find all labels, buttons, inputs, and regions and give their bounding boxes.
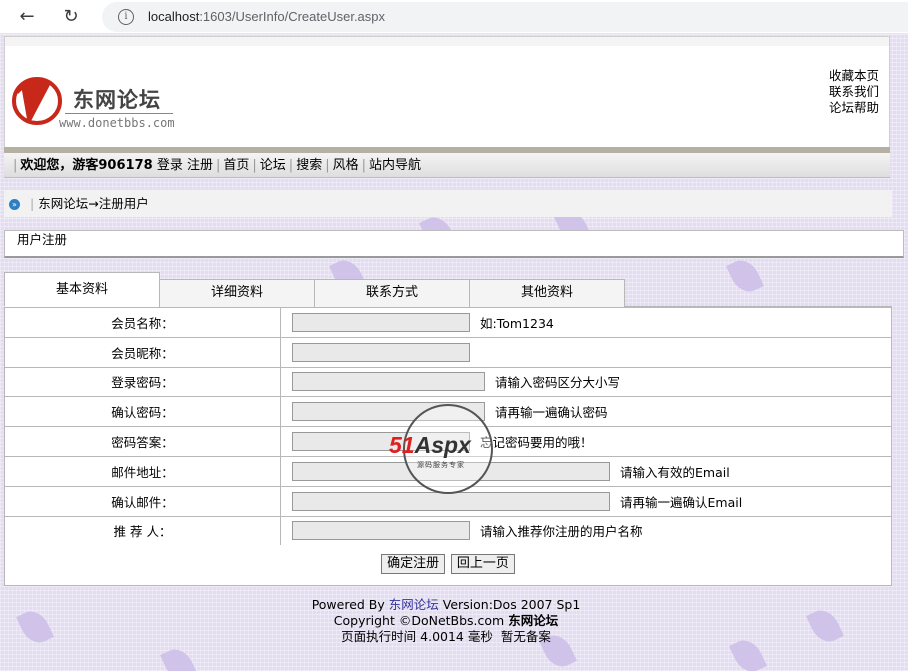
referrer-input[interactable] bbox=[292, 521, 470, 541]
form-field-cell: 请输入密码区分大小写 bbox=[280, 366, 892, 398]
menu-login[interactable]: 登录 bbox=[157, 158, 183, 173]
watermark-subtitle: 源码服务专家 bbox=[417, 461, 465, 469]
page-content: 东网论坛 www.donetbbs.com 收藏本页 联系我们 论坛帮助 | 欢迎… bbox=[0, 34, 908, 671]
breadcrumb-separator: | bbox=[30, 196, 35, 211]
header-links: 收藏本页 联系我们 论坛帮助 bbox=[829, 68, 879, 116]
footer-exec: 页面执行时间 4.0014 毫秒 暂无备案 bbox=[0, 629, 892, 645]
logo-title: 东网论坛 bbox=[73, 88, 161, 112]
menu-separator: | bbox=[288, 158, 294, 173]
form-row: 登录密码： 请输入密码区分大小写 bbox=[4, 366, 892, 398]
menu-home[interactable]: 首页 bbox=[223, 158, 249, 173]
form-row: 会员昵称： bbox=[4, 336, 892, 368]
form-field-cell: 请输入推荐你注册的用户名称 bbox=[280, 515, 892, 547]
form-field-cell bbox=[280, 336, 892, 368]
menu-separator: | bbox=[215, 158, 221, 173]
logo-icon bbox=[12, 77, 62, 125]
exec-time: 页面执行时间 4.0014 毫秒 bbox=[341, 629, 493, 644]
copyright-text: Copyright ©DoNetBbs.com bbox=[333, 613, 509, 628]
confirm-password-label: 确认密码： bbox=[4, 396, 281, 428]
watermark-num: 51 bbox=[389, 432, 415, 458]
powered-brand-link[interactable]: 东网论坛 bbox=[389, 597, 439, 612]
form-buttons: 确定注册 回上一页 bbox=[4, 545, 892, 586]
tab-contact[interactable]: 联系方式 bbox=[314, 279, 470, 307]
tab-basic-info[interactable]: 基本资料 bbox=[4, 272, 160, 307]
username-hint: 如:Tom1234 bbox=[480, 315, 554, 331]
site-header: 东网论坛 www.donetbbs.com 收藏本页 联系我们 论坛帮助 bbox=[4, 46, 890, 147]
form-field-cell: 请再输一遍确认密码 bbox=[280, 396, 892, 428]
tab-details[interactable]: 详细资料 bbox=[159, 279, 315, 307]
password-answer-hint: 忘记密码要用的哦！ bbox=[480, 435, 593, 451]
form-field-cell: 忘记密码要用的哦！ bbox=[280, 426, 892, 457]
username-label: 会员名称： bbox=[4, 307, 281, 338]
form-row: 会员名称： 如:Tom1234 bbox=[4, 307, 892, 338]
submit-register-button[interactable]: 确定注册 bbox=[381, 554, 446, 574]
address-bar[interactable]: i localhost:1603/UserInfo/CreateUser.asp… bbox=[102, 2, 908, 32]
breadcrumb-forum-link[interactable]: 东网论坛 bbox=[38, 196, 88, 211]
referrer-hint: 请输入推荐你注册的用户名称 bbox=[480, 524, 643, 540]
email-hint: 请输入有效的Email bbox=[620, 464, 730, 480]
nickname-label: 会员昵称： bbox=[4, 336, 281, 368]
menu-sitenav[interactable]: 站内导航 bbox=[369, 158, 421, 173]
help-link[interactable]: 论坛帮助 bbox=[829, 100, 879, 116]
footer: Powered By 东网论坛 Version:Dos 2007 Sp1 Cop… bbox=[0, 597, 892, 645]
menu-separator: | bbox=[13, 158, 18, 173]
back-button[interactable]: 回上一页 bbox=[450, 554, 515, 574]
form-field-cell: 请输入有效的Email bbox=[280, 455, 892, 487]
bookmark-link[interactable]: 收藏本页 bbox=[829, 68, 879, 84]
leaf-decoration bbox=[160, 644, 198, 671]
powered-prefix: Powered By bbox=[311, 597, 389, 612]
menu-search[interactable]: 搜索 bbox=[296, 158, 322, 173]
url-path: :1603/UserInfo/CreateUser.aspx bbox=[199, 9, 386, 24]
menu-forum[interactable]: 论坛 bbox=[260, 158, 286, 173]
form-row: 推 荐 人： 请输入推荐你注册的用户名称 bbox=[4, 515, 892, 547]
form-field-cell: 如:Tom1234 bbox=[280, 307, 892, 338]
powered-version: Version:Dos 2007 Sp1 bbox=[438, 597, 581, 612]
logo-url: www.donetbbs.com bbox=[59, 116, 175, 130]
breadcrumb-text: | 东网论坛→注册用户 bbox=[30, 190, 149, 217]
breadcrumb: » | 东网论坛→注册用户 bbox=[4, 190, 892, 217]
copyright-brand: 东网论坛 bbox=[508, 613, 559, 628]
password-input[interactable] bbox=[292, 372, 485, 392]
info-icon[interactable]: i bbox=[118, 9, 134, 25]
confirm-email-input[interactable] bbox=[292, 491, 610, 511]
menu-bar: | 欢迎您，游客906178 登录 注册 | 首页 | 论坛 | 搜索 | 风格 | 站内导航 bbox=[4, 153, 890, 178]
back-arrow-icon[interactable]: ← bbox=[16, 6, 38, 28]
password-label: 登录密码： bbox=[4, 366, 281, 398]
watermark-text: 51Aspx bbox=[389, 432, 471, 459]
breadcrumb-current: →注册用户 bbox=[88, 196, 149, 211]
welcome-text: 欢迎您，游客906178 bbox=[20, 158, 153, 173]
menu-separator: | bbox=[252, 158, 257, 173]
section-title: 用户注册 bbox=[4, 230, 904, 258]
url-host: localhost bbox=[148, 9, 200, 24]
top-strip bbox=[4, 36, 890, 46]
reload-icon[interactable]: ↻ bbox=[60, 6, 82, 28]
watermark-logo: 51Aspx 源码服务专家 bbox=[389, 404, 493, 494]
tab-bar: 基本资料 详细资料 联系方式 其他资料 bbox=[4, 272, 892, 307]
nickname-input[interactable] bbox=[292, 342, 470, 362]
confirm-email-hint: 请再输一遍确认Email bbox=[620, 494, 743, 510]
menu-register[interactable]: 注册 bbox=[187, 158, 213, 173]
browser-toolbar: ← ↻ i localhost:1603/UserInfo/CreateUser… bbox=[0, 0, 908, 34]
record-text: 暂无备案 bbox=[500, 629, 551, 644]
referrer-label: 推 荐 人： bbox=[4, 515, 281, 547]
password-hint: 请输入密码区分大小写 bbox=[495, 375, 621, 391]
footer-copyright: Copyright ©DoNetBbs.com 东网论坛 bbox=[0, 613, 892, 629]
tab-other[interactable]: 其他资料 bbox=[469, 279, 625, 307]
username-input[interactable] bbox=[292, 312, 470, 332]
url-text[interactable]: localhost:1603/UserInfo/CreateUser.aspx bbox=[148, 9, 385, 24]
logo-underline bbox=[65, 113, 173, 114]
contact-link[interactable]: 联系我们 bbox=[829, 84, 879, 100]
breadcrumb-arrow-icon: » bbox=[9, 199, 20, 210]
footer-powered: Powered By 东网论坛 Version:Dos 2007 Sp1 bbox=[0, 597, 892, 613]
confirm-email-label: 确认邮件： bbox=[4, 485, 281, 517]
confirm-password-hint: 请再输一遍确认密码 bbox=[495, 405, 608, 421]
email-label: 邮件地址： bbox=[4, 455, 281, 487]
watermark-rest: Aspx bbox=[414, 432, 471, 458]
menu-separator: | bbox=[325, 158, 330, 173]
menu-separator: | bbox=[361, 158, 366, 173]
password-answer-label: 密码答案： bbox=[4, 426, 281, 457]
menu-style[interactable]: 风格 bbox=[333, 158, 359, 173]
form-field-cell: 请再输一遍确认Email bbox=[280, 485, 892, 517]
